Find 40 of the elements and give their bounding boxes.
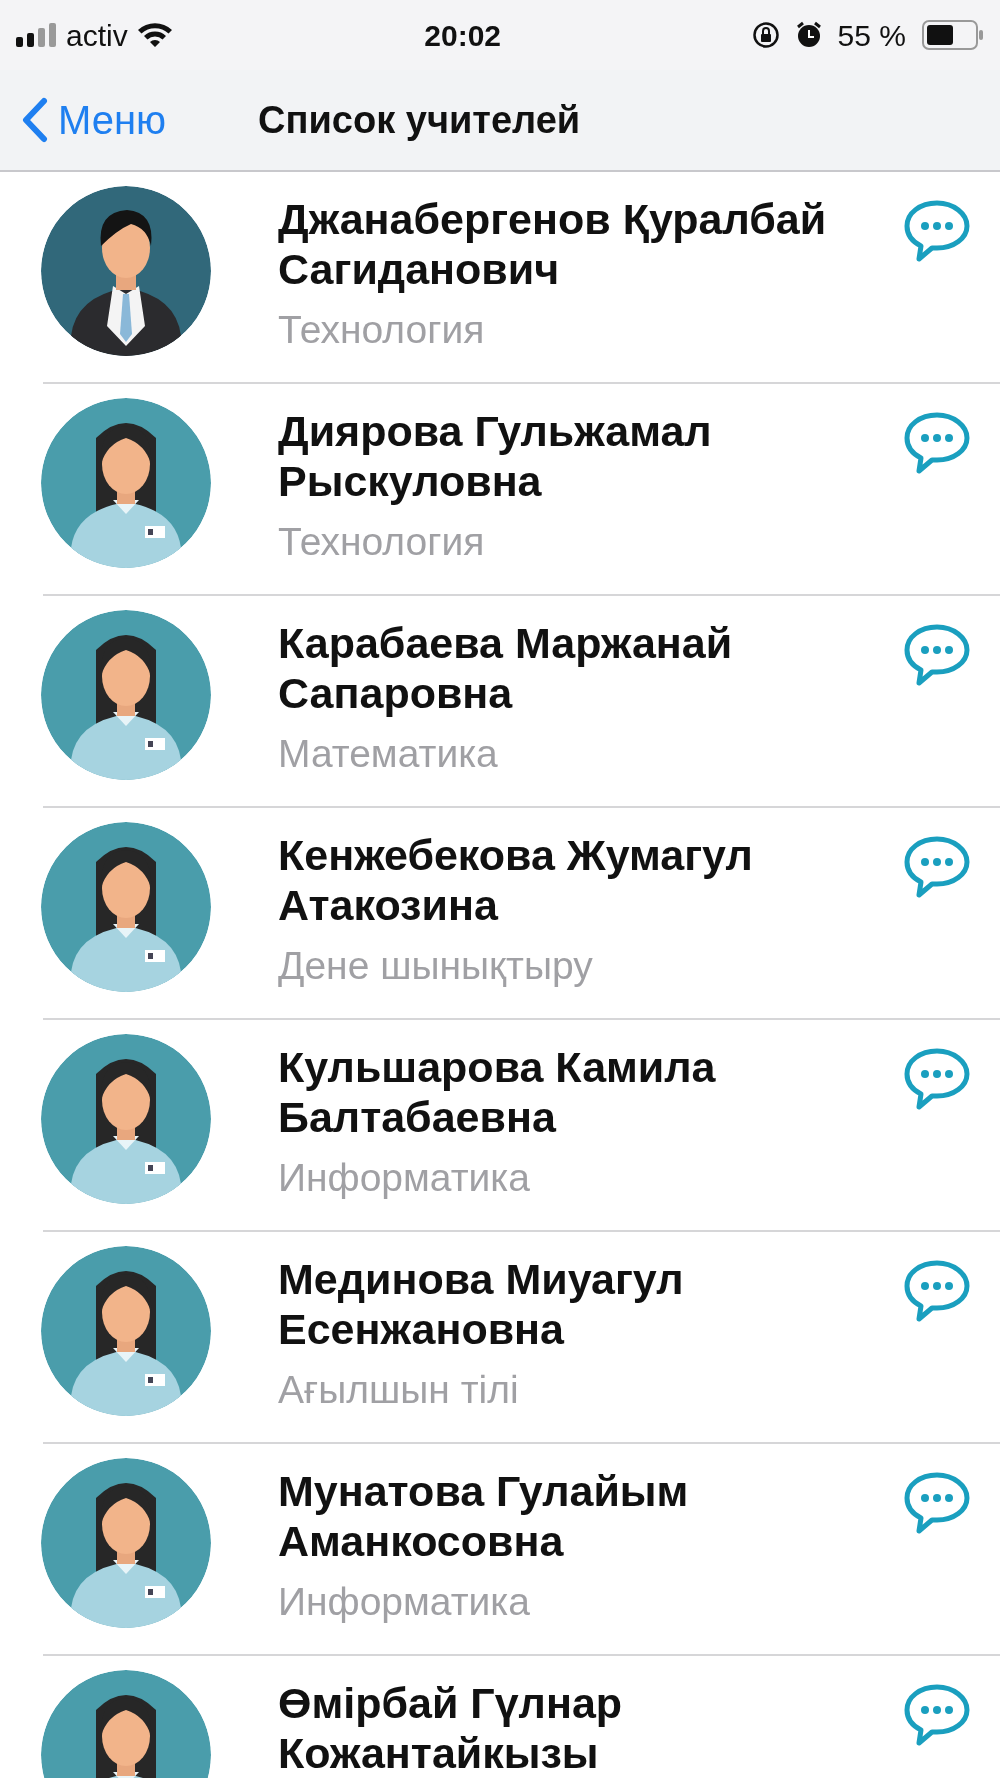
teacher-subject: Технология bbox=[278, 519, 486, 565]
chat-icon[interactable] bbox=[904, 624, 970, 686]
teacher-subject: Информатика bbox=[278, 1579, 531, 1625]
teacher-name: Диярова Гульжамал Рыскуловна bbox=[278, 406, 713, 506]
battery-percent: 55 % bbox=[837, 17, 906, 54]
teacher-name: Мунатова Гулайым Аманкосовна bbox=[278, 1466, 690, 1566]
teacher-name: Кенжебекова Жумагул Атакозина bbox=[278, 830, 754, 930]
chat-icon[interactable] bbox=[904, 200, 970, 262]
teacher-subject: Дене шынықтыру bbox=[278, 943, 594, 989]
avatar-icon bbox=[41, 398, 211, 568]
avatar-icon bbox=[41, 186, 211, 356]
teacher-name: Джанабергенов Қуралбай Сагиданович bbox=[278, 194, 828, 294]
avatar-icon bbox=[41, 1034, 211, 1204]
rotation-lock-icon bbox=[751, 21, 780, 49]
teacher-name: Мединова Миуагул Есенжановна bbox=[278, 1254, 685, 1354]
chat-icon[interactable] bbox=[904, 1260, 970, 1322]
teacher-subject: Математика bbox=[278, 731, 499, 777]
teacher-subject: Информатика bbox=[278, 1155, 531, 1201]
chat-icon[interactable] bbox=[904, 1684, 970, 1746]
chat-icon[interactable] bbox=[904, 1472, 970, 1534]
carrier-name: activ bbox=[66, 17, 128, 54]
clock-time: 20:02 bbox=[424, 17, 501, 54]
signal-icon bbox=[16, 23, 58, 47]
teacher-subject: Технология bbox=[278, 307, 486, 353]
chat-icon[interactable] bbox=[904, 836, 970, 898]
avatar-icon bbox=[41, 822, 211, 992]
back-link[interactable]: Меню bbox=[0, 90, 167, 150]
avatar-icon bbox=[41, 610, 211, 780]
chevron-icon bbox=[20, 97, 50, 143]
avatar-icon bbox=[41, 1458, 211, 1628]
screen-title: Список учителей bbox=[258, 97, 581, 143]
teacher-name: Кульшарова Камила Балтабаевна bbox=[278, 1042, 717, 1142]
chat-icon[interactable] bbox=[904, 412, 970, 474]
avatar-icon bbox=[41, 1246, 211, 1416]
teacher-name: Өмірбай Гүлнар Кожантайкызы bbox=[278, 1678, 624, 1778]
alarm-icon bbox=[795, 21, 822, 49]
teacher-subject: Ағылшын тілі bbox=[278, 1367, 520, 1413]
battery-icon bbox=[922, 20, 984, 50]
teacher-name: Карабаева Маржанай Сапаровна bbox=[278, 618, 734, 718]
chat-icon[interactable] bbox=[904, 1048, 970, 1110]
